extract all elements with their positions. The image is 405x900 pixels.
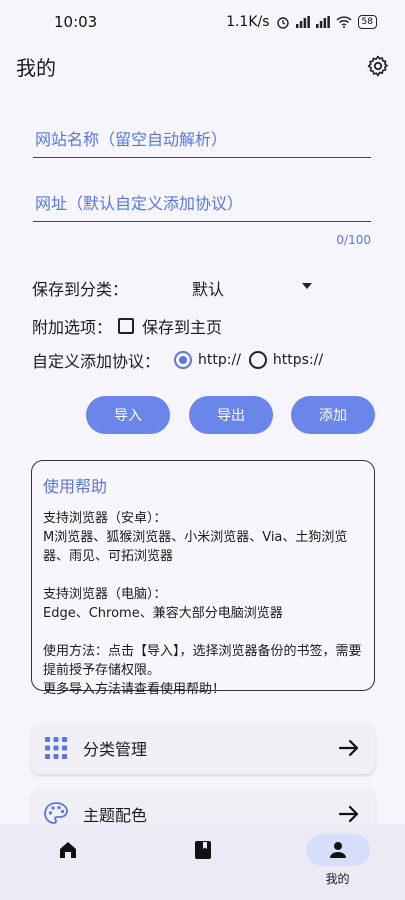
add-button[interactable]: 添加 — [291, 396, 375, 434]
nav-home[interactable] — [0, 824, 135, 900]
settings-gear-icon[interactable] — [365, 53, 391, 79]
category-label: 保存到分类： — [32, 280, 129, 299]
app-bar: 我的 — [0, 44, 405, 88]
radio-http-label[interactable]: http:// — [198, 352, 241, 368]
help-android-title: 支持浏览器（安卓）： — [43, 511, 167, 526]
alarm-icon — [276, 17, 289, 29]
help-pc-title: 支持浏览器（电脑）： — [43, 587, 167, 602]
signal-icon — [315, 16, 330, 28]
home-icon — [59, 842, 76, 858]
export-button[interactable]: 导出 — [189, 396, 273, 434]
help-title: 使用帮助 — [43, 477, 108, 496]
wifi-icon — [336, 16, 352, 28]
nav-bookmarks[interactable] — [135, 824, 270, 900]
radio-http[interactable] — [174, 351, 193, 369]
person-icon — [329, 842, 346, 858]
dropdown-arrow-icon[interactable] — [302, 283, 312, 289]
battery-icon: 58 — [357, 15, 377, 29]
category-row[interactable]: 保存到分类： 默认 — [32, 276, 332, 300]
radio-https-label[interactable]: https:// — [273, 352, 323, 368]
nav-mine[interactable]: 我的 — [270, 824, 405, 900]
network-speed: 1.1K/s — [226, 14, 270, 30]
book-icon — [194, 841, 211, 859]
site-name-field — [33, 128, 371, 158]
category-select-value[interactable]: 默认 — [192, 276, 224, 300]
category-manage-item[interactable]: 分类管理 — [31, 722, 375, 774]
theme-color-label: 主题配色 — [83, 806, 148, 825]
extra-options-row: 附加选项： 保存到主页 — [32, 314, 222, 338]
help-box: 使用帮助 支持浏览器（安卓）： M浏览器、狐猴浏览器、小米浏览器、Via、土狗浏… — [31, 460, 375, 697]
arrow-right-icon — [338, 805, 359, 823]
status-bar: 10:03 1.1K/s 58 — [0, 0, 405, 44]
help-android-list: M浏览器、狐猴浏览器、小米浏览器、Via、土狗浏览器、雨见、可拓浏览器 — [43, 530, 348, 564]
help-pc-list: Edge、Chrome、兼容大部分电脑浏览器 — [43, 606, 283, 621]
radio-https[interactable] — [248, 351, 267, 369]
url-input[interactable] — [33, 192, 371, 215]
site-name-input[interactable] — [33, 128, 371, 151]
protocol-row: 自定义添加协议： http:// https:// — [32, 348, 331, 372]
help-more: 更多导入方法请查看使用帮助！ — [43, 682, 226, 697]
url-field — [33, 192, 371, 222]
nav-mine-label: 我的 — [325, 872, 350, 886]
char-counter: 0/100 — [336, 233, 371, 247]
import-button[interactable]: 导入 — [86, 396, 170, 434]
arrow-right-icon — [338, 739, 359, 757]
bottom-nav: 我的 — [0, 824, 405, 900]
help-usage: 使用方法：点击【导入】，选择浏览器备份的书签，需要提前授予存储权限。 — [43, 644, 362, 678]
status-time: 10:03 — [54, 13, 98, 31]
page-title: 我的 — [16, 55, 56, 80]
signal-icon — [295, 16, 310, 28]
protocol-label: 自定义添加协议： — [32, 352, 161, 371]
save-home-label[interactable]: 保存到主页 — [142, 314, 222, 338]
save-home-checkbox[interactable] — [118, 318, 135, 334]
category-manage-label: 分类管理 — [83, 740, 148, 759]
grid-icon — [43, 735, 69, 761]
extra-options-label: 附加选项： — [32, 318, 113, 337]
